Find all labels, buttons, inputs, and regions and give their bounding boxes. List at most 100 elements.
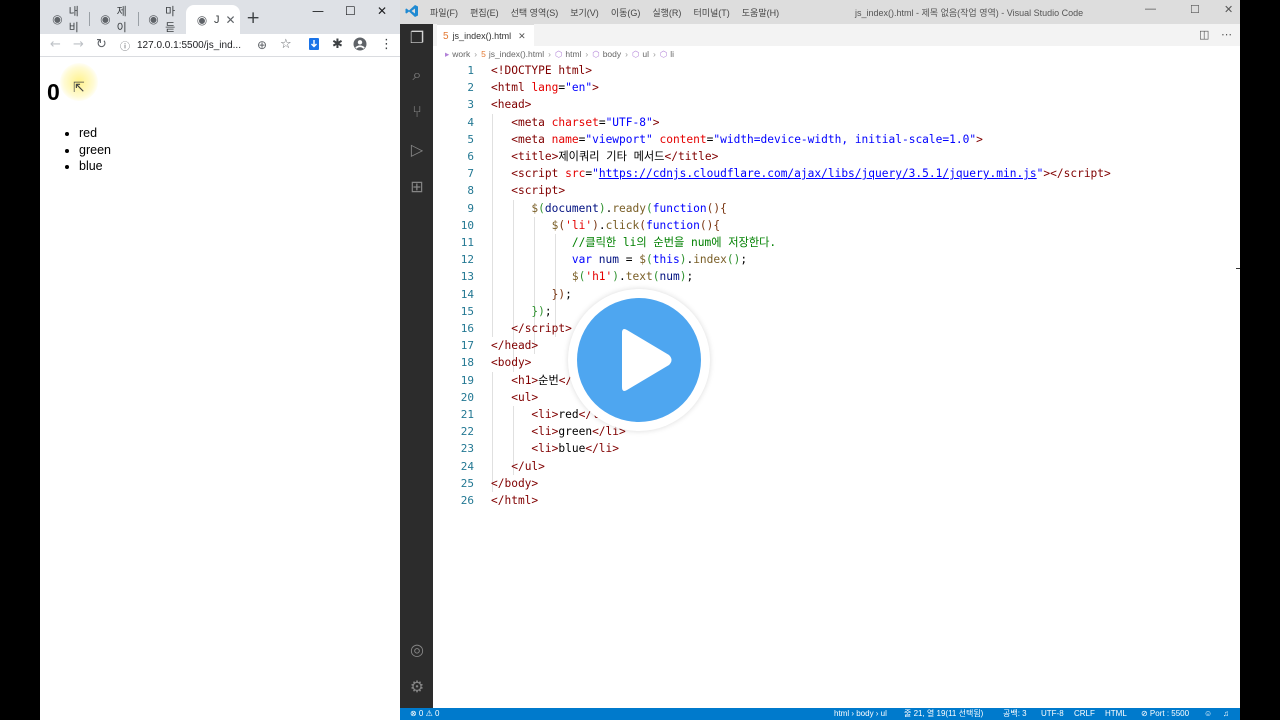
notifications-icon[interactable]: ♫: [1223, 708, 1229, 720]
reload-icon[interactable]: ↻: [96, 35, 107, 55]
browser-tab-label: 내비: [68, 6, 79, 34]
status-bar: ⊗ 0 ⚠ 0 html › body › ul 줄 21, 열 19(11 선…: [400, 708, 1240, 720]
browser-tab-label: 마듣: [165, 6, 176, 34]
line-number: 13: [460, 270, 474, 284]
encoding-status[interactable]: UTF-8: [1041, 708, 1064, 720]
bookmark-star-icon[interactable]: ☆: [280, 35, 292, 55]
code-line-9: $(document).ready(function(){: [531, 201, 727, 215]
menu-edit[interactable]: 편집(E): [470, 6, 499, 19]
live-server-port[interactable]: ⊘ Port : 5500: [1141, 708, 1189, 720]
breadcrumb-item[interactable]: li: [670, 49, 674, 59]
explorer-icon[interactable]: ❐: [407, 28, 427, 48]
maximize-icon[interactable]: ☐: [1190, 3, 1200, 16]
cursor-position[interactable]: 줄 21, 열 19(11 선택됨): [904, 708, 983, 720]
editor-tab-label: js_index().html: [452, 31, 512, 41]
line-number: 2: [467, 81, 474, 95]
menu-view[interactable]: 보기(V): [570, 6, 599, 19]
split-editor-icon[interactable]: ◫: [1199, 28, 1209, 41]
vscode-logo-icon: [405, 5, 418, 17]
menu-selection[interactable]: 선택 영역(S): [511, 6, 559, 19]
minimize-icon[interactable]: —: [1145, 3, 1156, 15]
line-number: 12: [460, 253, 474, 267]
code-line-4: <meta charset="UTF-8">: [511, 115, 660, 129]
close-window-icon[interactable]: ✕: [1224, 3, 1233, 16]
jquery-cdn-link[interactable]: https://cdnjs.cloudflare.com/ajax/libs/j…: [599, 167, 1037, 180]
back-icon[interactable]: ←: [50, 35, 61, 55]
line-number: 18: [460, 356, 474, 370]
close-tab-icon[interactable]: ✕: [226, 13, 236, 27]
line-number: 22: [460, 425, 474, 439]
search-icon[interactable]: ⌕: [407, 65, 427, 85]
editor-tab-active[interactable]: 5 js_index().html ✕: [437, 24, 534, 47]
code-line-25: </body>: [491, 476, 539, 490]
close-window-icon[interactable]: ✕: [377, 3, 387, 19]
menu-terminal[interactable]: 터미널(T): [693, 6, 729, 19]
language-status[interactable]: HTML: [1105, 708, 1127, 720]
breadcrumb-item[interactable]: work: [452, 49, 470, 59]
play-icon: [622, 329, 672, 391]
globe-icon: ◉: [52, 12, 63, 26]
close-tab-icon[interactable]: ✕: [518, 31, 526, 42]
more-actions-icon[interactable]: ⋯: [1221, 28, 1232, 41]
line-number: 3: [467, 98, 474, 112]
code-line-11: //클릭한 li의 순번을 num에 저장한다.: [571, 236, 777, 249]
profile-icon[interactable]: [353, 37, 367, 51]
browser-toolbar: ← → ↻ ⓘ 127.0.0.1:5500/js_ind... ⊕ ☆ ✱ ⋮: [40, 34, 400, 57]
breadcrumb-item[interactable]: body: [603, 49, 621, 59]
feedback-icon[interactable]: ☺: [1204, 708, 1212, 720]
list-item-blue[interactable]: blue: [79, 158, 111, 175]
breadcrumb-item[interactable]: html: [565, 49, 581, 59]
element-icon: ⬡: [631, 48, 640, 59]
line-number: 26: [460, 494, 474, 507]
browser-tab-3[interactable]: ◉ 마듣: [136, 6, 184, 34]
line-number: 1: [467, 64, 474, 77]
list-item-red[interactable]: red: [79, 125, 111, 142]
browser-tab-2[interactable]: ◉ 제이: [88, 6, 135, 34]
minimize-icon[interactable]: —: [312, 3, 324, 19]
browser-tab-active[interactable]: ◉ J ✕: [186, 5, 240, 34]
browser-tab-1[interactable]: ◉ 내비: [40, 6, 87, 34]
info-icon: ⓘ: [120, 41, 130, 53]
video-play-button[interactable]: [568, 289, 710, 431]
editor-tabs: 5 js_index().html ✕ ◫ ⋯: [433, 24, 1240, 47]
zoom-icon[interactable]: ⊕: [257, 35, 267, 55]
run-debug-icon[interactable]: ▷: [407, 140, 427, 160]
gear-icon[interactable]: ⚙: [407, 677, 427, 697]
breadcrumb-item[interactable]: ul: [642, 49, 649, 59]
menu-kebab-icon[interactable]: ⋮: [380, 35, 393, 55]
line-number: 24: [460, 459, 474, 473]
code-line-10: $('li').click(function(){: [551, 218, 721, 232]
globe-icon: ◉: [196, 12, 208, 27]
menu-file[interactable]: 파일(F): [430, 6, 458, 19]
download-extension-icon[interactable]: [308, 37, 320, 51]
line-number: 19: [460, 373, 474, 387]
source-control-icon[interactable]: ⑂: [407, 102, 427, 122]
code-line-7: <script src="https://cdnjs.cloudflare.co…: [511, 167, 1111, 181]
list-item-green[interactable]: green: [79, 142, 111, 159]
status-breadcrumb[interactable]: html › body › ul: [834, 708, 887, 720]
breadcrumb-item[interactable]: js_index().html: [489, 49, 544, 59]
menu-help[interactable]: 도움말(H): [742, 6, 779, 19]
forward-icon[interactable]: →: [73, 35, 84, 55]
indentation-status[interactable]: 공백: 3: [1003, 708, 1027, 720]
eol-status[interactable]: CRLF: [1074, 708, 1095, 720]
new-tab-button[interactable]: +: [246, 8, 260, 28]
line-number: 25: [460, 476, 474, 490]
code-line-3: <head>: [491, 98, 532, 112]
problems-status[interactable]: ⊗ 0 ⚠ 0: [410, 708, 439, 720]
line-number: 6: [467, 150, 474, 163]
maximize-icon[interactable]: ☐: [345, 3, 356, 19]
vscode-titlebar: 파일(F) 편집(E) 선택 영역(S) 보기(V) 이동(G) 실행(R) 터…: [400, 0, 1240, 24]
puzzle-extensions-icon[interactable]: ✱: [332, 35, 343, 55]
element-icon: ⬡: [554, 48, 563, 59]
code-line-23: <li>blue</li>: [531, 442, 620, 456]
code-line-1: <!DOCTYPE html>: [491, 64, 593, 77]
menu-go[interactable]: 이동(G): [611, 6, 641, 19]
extensions-icon[interactable]: ⊞: [407, 177, 427, 197]
menu-run[interactable]: 실행(R): [652, 6, 681, 19]
code-line-13: $('h1').text(num);: [571, 270, 694, 284]
account-icon[interactable]: ◎: [407, 640, 427, 660]
scrollbar-marker: [1236, 268, 1240, 269]
letterbox-left: [0, 0, 40, 720]
globe-icon: ◉: [100, 12, 111, 26]
